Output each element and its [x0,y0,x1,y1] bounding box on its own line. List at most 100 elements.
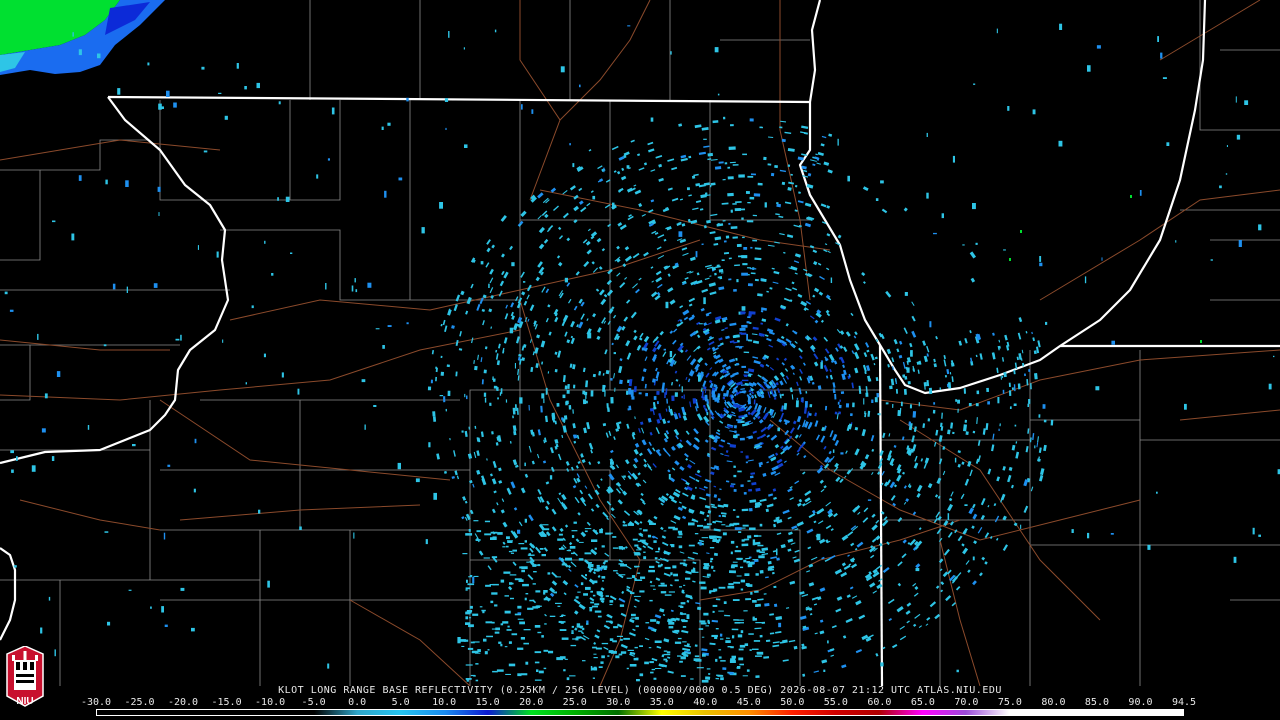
echo-pixel [466,679,469,682]
echo-pixel [663,530,667,532]
echo-pixel [517,647,524,650]
echo-pixel [445,127,447,130]
echo-pixel [532,583,536,585]
echo-pixel [636,549,642,551]
echo-pixel [889,385,893,390]
echo-pixel [747,201,751,204]
echo-pixel [837,138,839,146]
echo-pixel [521,104,523,110]
echo-pixel [597,592,603,595]
echo-pixel [941,213,944,219]
echo-pixel [593,657,598,659]
echo-pixel [469,617,472,619]
echo-pixel [692,398,697,404]
echo-pixel [677,637,682,640]
echo-pixel [670,51,672,55]
scale-label: 50.0 [780,697,805,708]
echo-pixel [703,297,706,305]
echo-pixel [222,339,224,343]
echo-pixel [54,649,56,657]
echo-pixel [671,395,675,401]
echo-pixel [107,621,111,626]
echo-pixel [576,625,584,628]
echo-pixel [740,311,745,315]
echo-pixel [809,404,813,408]
echo-pixel [699,541,702,546]
echo-pixel [744,573,750,576]
echo-pixel [730,540,735,544]
echo-pixel [663,650,668,652]
echo-pixel [577,591,581,593]
echo-pixel [561,563,567,566]
echo-pixel [467,583,475,586]
echo-pixel [465,533,473,536]
echo-pixel [354,278,356,283]
echo-pixel [764,202,767,208]
echo-pixel [508,663,516,667]
echo-pixel [722,667,727,671]
echo-pixel [664,566,671,570]
echo-pixel [830,277,833,283]
echo-pixel [876,393,880,398]
echo-pixel [618,653,623,656]
echo-pixel [972,556,975,561]
echo-pixel [752,239,758,242]
echo-pixel [752,600,757,603]
echo-pixel [384,190,387,198]
echo-pixel [641,347,645,351]
echo-pixel [749,527,756,531]
echo-pixel [474,365,478,371]
echo-pixel [445,408,447,412]
echo-pixel [582,660,586,662]
echo-pixel [802,398,804,403]
echo-pixel [435,376,437,382]
echo-pixel [717,93,720,96]
echo-pixel [845,403,850,408]
echo-pixel [432,416,437,422]
echo-pixel [658,547,661,551]
echo-pixel [327,158,330,161]
echo-pixel [387,325,392,327]
echo-pixel [740,630,744,634]
echo-pixel [602,580,604,582]
echo-pixel [725,235,730,239]
echo-pixel [732,203,737,205]
echo-pixel [679,562,686,565]
echo-pixel [745,598,752,601]
echo-pixel [734,430,737,434]
echo-pixel [588,564,594,567]
radar-site-icon [736,393,748,405]
echo-pixel [997,397,1000,404]
echo-pixel [631,575,635,579]
echo-pixel [709,535,716,539]
echo-pixel [678,605,682,607]
echo-pixel [1268,383,1272,390]
echo-pixel [465,587,470,590]
echo-pixel [698,628,704,630]
echo-pixel [868,378,872,382]
echo-pixel [737,419,741,424]
echo-pixel [902,374,906,378]
echo-pixel [601,576,606,579]
echo-pixel [439,202,443,209]
echo-pixel [671,544,675,548]
echo-pixel [331,107,335,115]
echo-pixel [510,582,514,585]
echo-pixel [618,563,624,565]
echo-pixel [541,635,544,638]
echo-pixel [150,606,152,609]
echo-pixel [616,635,623,637]
echo-pixel [500,579,505,583]
echo-pixel [497,397,499,400]
echo-pixel [748,561,754,565]
echo-pixel [553,591,557,594]
echo-pixel [677,530,683,534]
echo-pixel [852,402,855,408]
echo-pixel [517,529,521,534]
echo-pixel [484,533,492,536]
echo-pixel [16,456,18,461]
echo-pixel [11,469,14,473]
echo-pixel [56,371,61,377]
echo-pixel [397,462,401,470]
echo-pixel [609,604,613,606]
